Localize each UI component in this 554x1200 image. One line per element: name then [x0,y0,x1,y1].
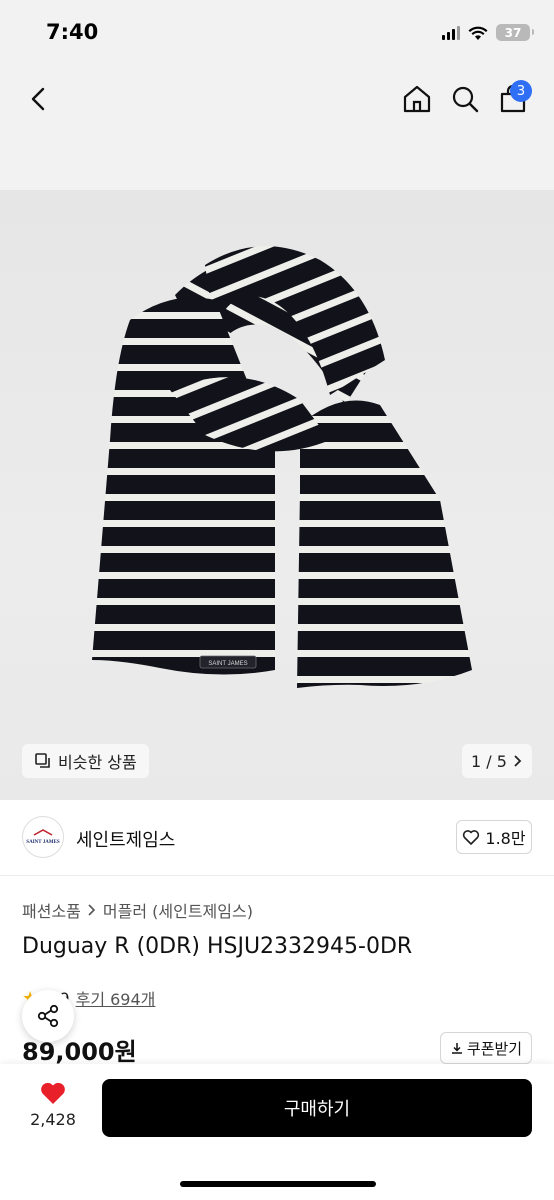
signal-icon [442,25,460,40]
brand-logo-mark: SAINT JAMES [26,829,60,845]
brand-name[interactable]: 세인트제임스 [76,826,175,852]
heart-outline-icon [463,830,480,845]
brand-logo[interactable]: SAINT JAMES [22,816,64,858]
review-link[interactable]: 후기 694개 [76,986,156,1010]
brand-logo-text: SAINT JAMES [26,840,60,845]
share-icon [37,1004,59,1028]
scarf-image: SAINT JAMES [92,246,472,688]
breadcrumb: 패션소품 머플러 (세인트제임스) [22,898,253,922]
wishlist-count: 2,428 [30,1110,76,1129]
brand-like-button[interactable]: 1.8만 [456,820,532,854]
wishlist-button[interactable]: 2,428 [22,1080,84,1140]
search-button[interactable] [448,82,482,116]
back-icon [31,87,45,111]
top-nav: 3 [0,66,554,190]
product-price: 89,000원 [22,1038,137,1066]
search-icon [452,86,479,113]
brand-row: SAINT JAMES 세인트제임스 1.8만 [0,800,554,876]
coupon-button[interactable]: 쿠폰받기 [440,1032,532,1064]
home-icon [403,85,431,113]
product-image[interactable]: SAINT JAMES [0,190,554,800]
buy-button[interactable]: 구매하기 [102,1079,532,1137]
home-button[interactable] [400,82,434,116]
breadcrumb-category[interactable]: 패션소품 [22,898,81,922]
scarf-label-text: SAINT JAMES [208,661,247,667]
battery-icon: 37 [496,24,534,41]
chevron-right-icon [514,755,522,767]
brand-like-count: 1.8만 [485,829,526,848]
similar-products-label: 비슷한 상품 [58,753,137,772]
breadcrumb-subcategory[interactable]: 머플러 (세인트제임스) [103,898,253,922]
pager-text: 1 / 5 [471,751,507,771]
home-indicator [180,1181,376,1187]
coupon-label: 쿠폰받기 [466,1039,523,1058]
status-time: 7:40 [46,20,99,44]
similar-icon [35,753,50,768]
cart-count-badge: 3 [510,80,532,102]
back-button[interactable] [22,82,56,116]
bottom-action-bar: 2,428 구매하기 [0,1064,554,1200]
image-pager[interactable]: 1 / 5 [462,744,532,778]
status-icons: 37 [442,24,534,41]
status-bar: 7:40 37 [0,0,554,66]
wifi-icon [468,26,488,40]
similar-products-button[interactable]: 비슷한 상품 [22,744,149,778]
heart-filled-icon [41,1082,65,1104]
product-title: Duguay R (0DR) HSJU2332945-0DR [22,934,413,959]
chevron-right-small-icon [88,904,96,916]
download-icon [451,1043,462,1054]
